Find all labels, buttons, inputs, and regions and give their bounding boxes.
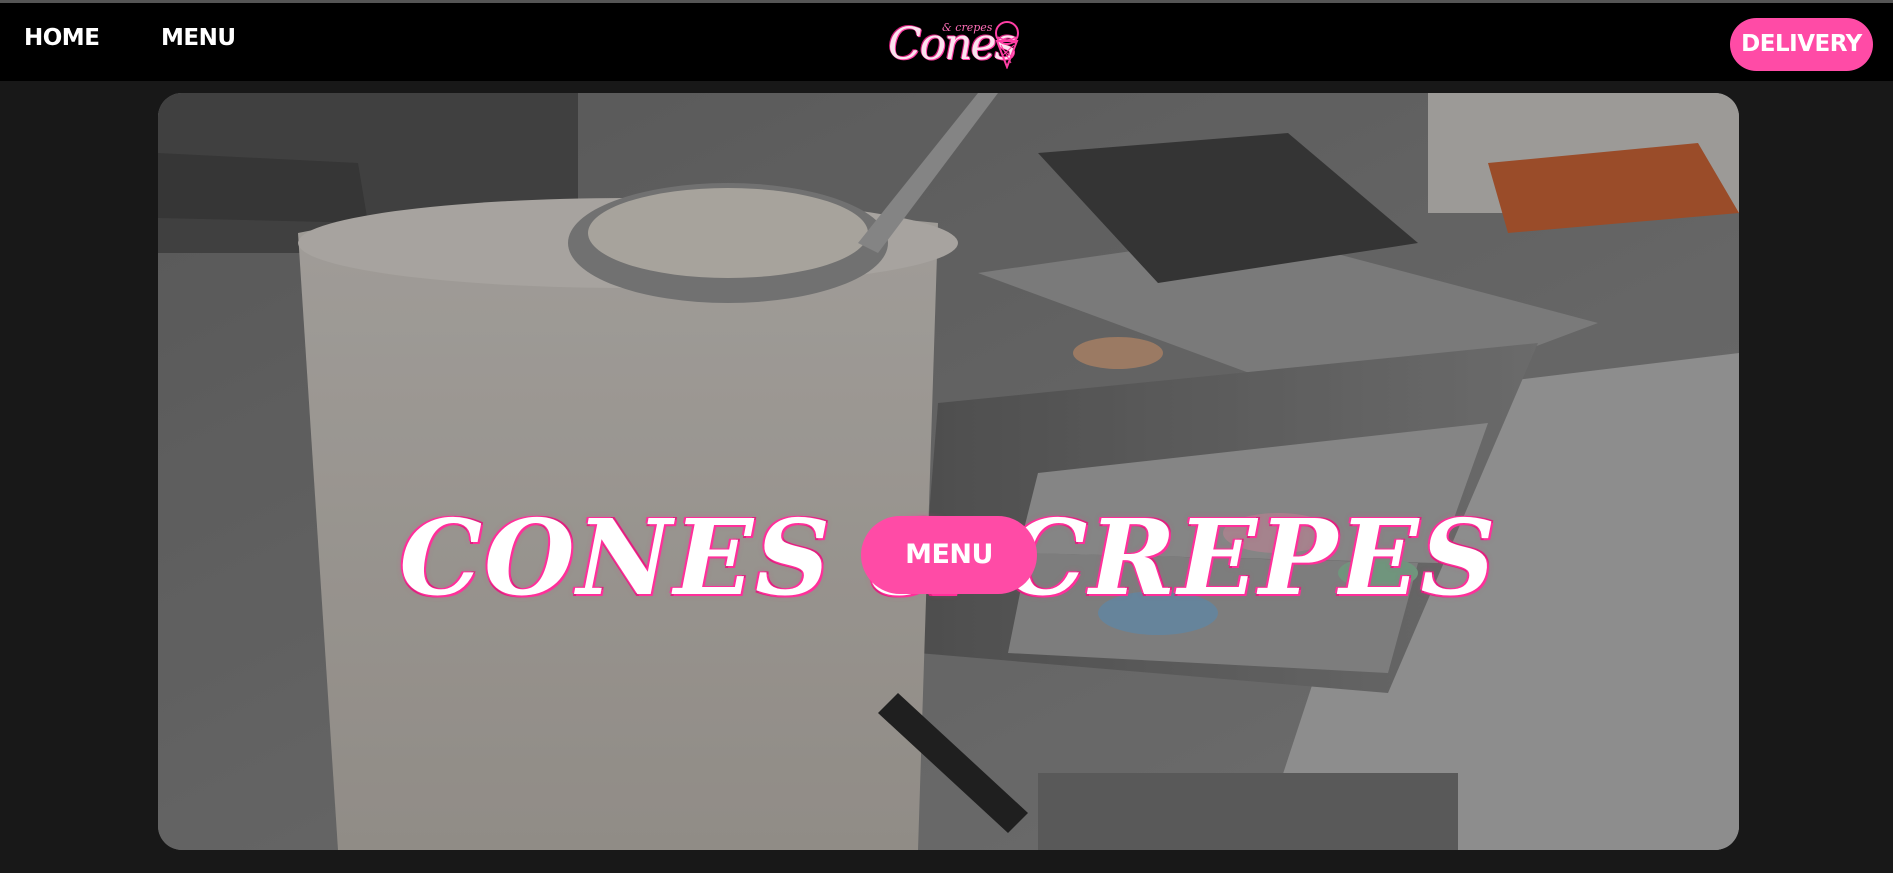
site-logo[interactable]: & crepes Cones [882, 15, 1022, 73]
hero-menu-button[interactable]: MENU [861, 516, 1037, 594]
nav-home-link[interactable]: HOME [24, 25, 100, 51]
top-navbar: HOME MENU & crepes Cones DELIVERY [0, 3, 1893, 81]
hero-banner: CONES & CREPES MENU [158, 93, 1739, 850]
delivery-button[interactable]: DELIVERY [1730, 18, 1873, 71]
hero-overlay [158, 93, 1739, 850]
nav-menu-link[interactable]: MENU [161, 25, 236, 51]
ice-cream-cone-icon [995, 21, 1019, 69]
